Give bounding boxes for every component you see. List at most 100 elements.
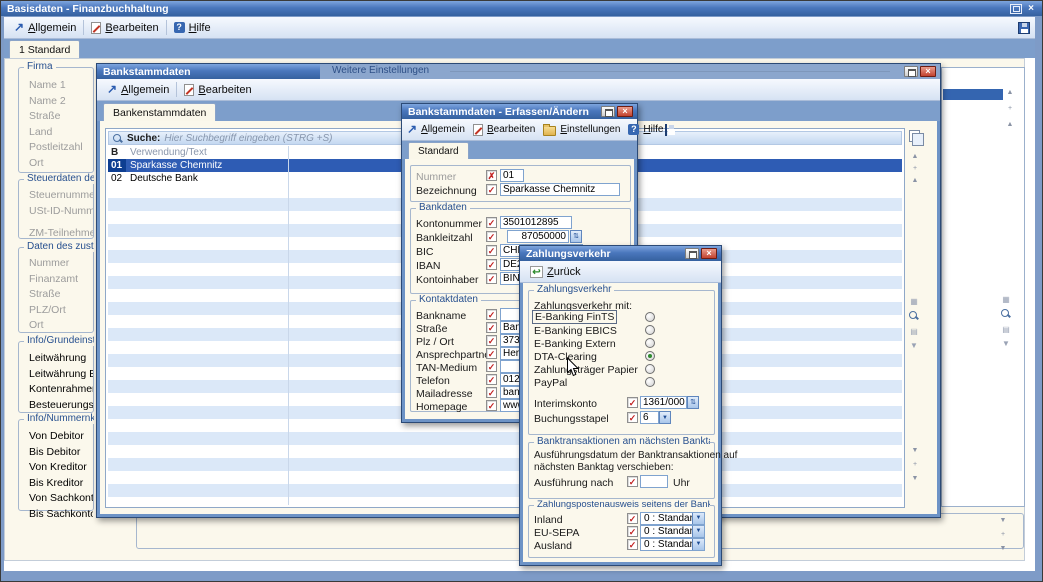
sort-icon[interactable]: ▼ [1000,338,1012,349]
bank-edit-titlebar[interactable]: Bankstammdaten - Erfassen/Ändern × [402,104,637,119]
plz-ort-flag-icon[interactable]: ✓ [486,335,497,346]
iban-flag-icon[interactable]: ✓ [486,259,497,270]
buchungsstapel-dropdown-button[interactable]: ▼ [659,411,671,424]
mailadresse-flag-icon[interactable]: ✓ [486,387,497,398]
kontonummer-flag-icon[interactable]: ✓ [486,217,497,228]
radio-ebanking-extern[interactable] [645,338,655,348]
nummer-flag-icon[interactable]: ✗ [486,170,497,181]
rows-icon[interactable]: ▤ [1000,324,1012,335]
ausland-label: Ausland [534,540,572,552]
radio-ebanking-ebics[interactable] [645,325,655,335]
menu-hilfe[interactable]: ? Hilfe [169,20,216,36]
ausfuehrung-flag-icon[interactable]: ✓ [627,476,638,487]
buchungsstapel-flag-icon[interactable]: ✓ [627,412,638,423]
scroll-move-icon[interactable]: + [909,460,921,470]
payment-titlebar[interactable]: Zahlungsverkehr × [520,246,721,261]
restore-button[interactable] [601,106,615,117]
tab-bankenstammdaten[interactable]: Bankenstammdaten [103,103,216,121]
radio-paypal[interactable] [645,377,655,387]
restore-button[interactable] [1010,4,1022,14]
radio-label-zahlungstraeger-papier[interactable]: Zahlungsträger Papier [534,364,638,376]
inland-flag-icon[interactable]: ✓ [627,513,638,524]
ausland-flag-icon[interactable]: ✓ [627,539,638,550]
ausland-select[interactable]: 0 : Standard ▼ [640,538,705,551]
radio-dta-clearing[interactable] [645,351,655,361]
back-button[interactable]: ↩ Zurück [525,264,586,280]
bankleitzahl-flag-icon[interactable]: ✓ [486,231,497,242]
menu-bearbeiten[interactable]: Bearbeiten [86,20,163,36]
telefon-flag-icon[interactable]: ✓ [486,374,497,385]
bankname-flag-icon[interactable]: ✓ [486,309,497,320]
radio-label-ebanking-fints[interactable]: E-Banking FinTS [532,310,617,324]
scroll-move-icon[interactable]: + [997,530,1009,540]
nummer-input[interactable]: 01 [500,169,524,182]
radio-label-ebanking-extern[interactable]: E-Banking Extern [534,338,616,350]
allgemein-icon: ↗ [407,124,417,135]
menu-allgemein[interactable]: ↗ Allgemein [102,82,174,98]
bankleitzahl-input[interactable]: 87050000 [507,230,569,243]
scroll-bottom-icon[interactable]: ▼ [997,544,1009,554]
ansprechpartner-flag-icon[interactable]: ✓ [486,348,497,359]
background-list-selected-row[interactable] [943,89,1003,100]
bankleitzahl-lookup-button[interactable]: ⇅ [570,230,582,243]
close-button[interactable]: × [920,66,936,77]
save-icon[interactable] [1018,22,1030,34]
homepage-flag-icon[interactable]: ✓ [486,400,497,411]
menu-hilfe[interactable]: ? Hilfe [626,122,665,137]
close-button[interactable]: × [701,248,717,259]
bezeichnung-flag-icon[interactable]: ✓ [486,184,497,195]
move-up-icon[interactable]: ▲ [909,176,921,186]
kontoinhaber-flag-icon[interactable]: ✓ [486,273,497,284]
inland-select[interactable]: 0 : Standard ▼ [640,512,705,525]
inland-dropdown-icon[interactable]: ▼ [692,513,704,524]
close-button[interactable]: × [617,106,633,117]
move-icon[interactable]: + [909,164,921,174]
restore-button[interactable] [685,248,699,259]
interimskonto-input[interactable]: 1361/000 [640,396,687,409]
scroll-bottom-icon[interactable]: ▼ [909,474,921,484]
interimskonto-lookup-button[interactable]: ⇅ [687,396,699,409]
eu-sepa-dropdown-icon[interactable]: ▼ [692,526,704,537]
eu-sepa-flag-icon[interactable]: ✓ [627,526,638,537]
scroll-down-icon[interactable]: ▼ [997,516,1009,526]
bank-list-titlebar[interactable]: Bankstammdaten [97,64,320,79]
menu-bearbeiten[interactable]: Bearbeiten [179,82,256,98]
sort-icon[interactable]: ▼ [908,340,920,351]
tab-standard[interactable]: 1 Standard [9,40,80,58]
menu-bearbeiten[interactable]: Bearbeiten [471,122,537,138]
radio-label-ebanking-ebics[interactable]: E-Banking EBICS [534,325,617,337]
save-icon[interactable] [665,124,667,136]
radio-label-paypal[interactable]: PayPal [534,377,567,389]
menu-allgemein[interactable]: ↗ Allgemein [405,122,467,137]
strasse-flag-icon[interactable]: ✓ [486,322,497,333]
column-header-b[interactable]: B [108,146,126,159]
scroll-down-icon[interactable]: ▼ [909,446,921,456]
bic-flag-icon[interactable]: ✓ [486,245,497,256]
move-up-icon[interactable]: ▲ [1004,120,1016,130]
radio-zahlungstraeger-papier[interactable] [645,364,655,374]
interimskonto-flag-icon[interactable]: ✓ [627,397,638,408]
zoom-icon[interactable] [908,310,919,321]
grid-icon[interactable]: ▦ [1000,294,1012,305]
close-button[interactable]: × [1024,3,1038,14]
ausland-dropdown-icon[interactable]: ▼ [692,539,704,550]
tab-standard[interactable]: Standard [408,142,469,159]
bezeichnung-input[interactable]: Sparkasse Chemnitz [500,183,620,196]
restore-button[interactable] [904,66,918,77]
menu-allgemein[interactable]: ↗ Allgemein [9,20,81,36]
copy-icon[interactable] [909,130,920,142]
main-titlebar[interactable]: Basisdaten - Finanzbuchhaltung × [1,1,1042,16]
rows-icon[interactable]: ▤ [908,326,920,337]
tan-medium-flag-icon[interactable]: ✓ [486,361,497,372]
eu-sepa-select[interactable]: 0 : Standard ▼ [640,525,705,538]
move-top-icon[interactable]: ▲ [909,152,921,162]
grid-icon[interactable]: ▦ [908,296,920,307]
move-top-icon[interactable]: ▲ [1004,88,1016,98]
zoom-icon[interactable] [1000,308,1011,319]
ausfuehrung-zeit-input[interactable] [640,475,668,488]
kontonummer-input[interactable]: 3501012895 [500,216,572,229]
move-icon[interactable]: + [1004,104,1016,114]
buchungsstapel-input[interactable]: 6 [640,411,659,424]
radio-ebanking-fints[interactable] [645,312,655,322]
menu-einstellungen[interactable]: Einstellungen [541,122,622,138]
